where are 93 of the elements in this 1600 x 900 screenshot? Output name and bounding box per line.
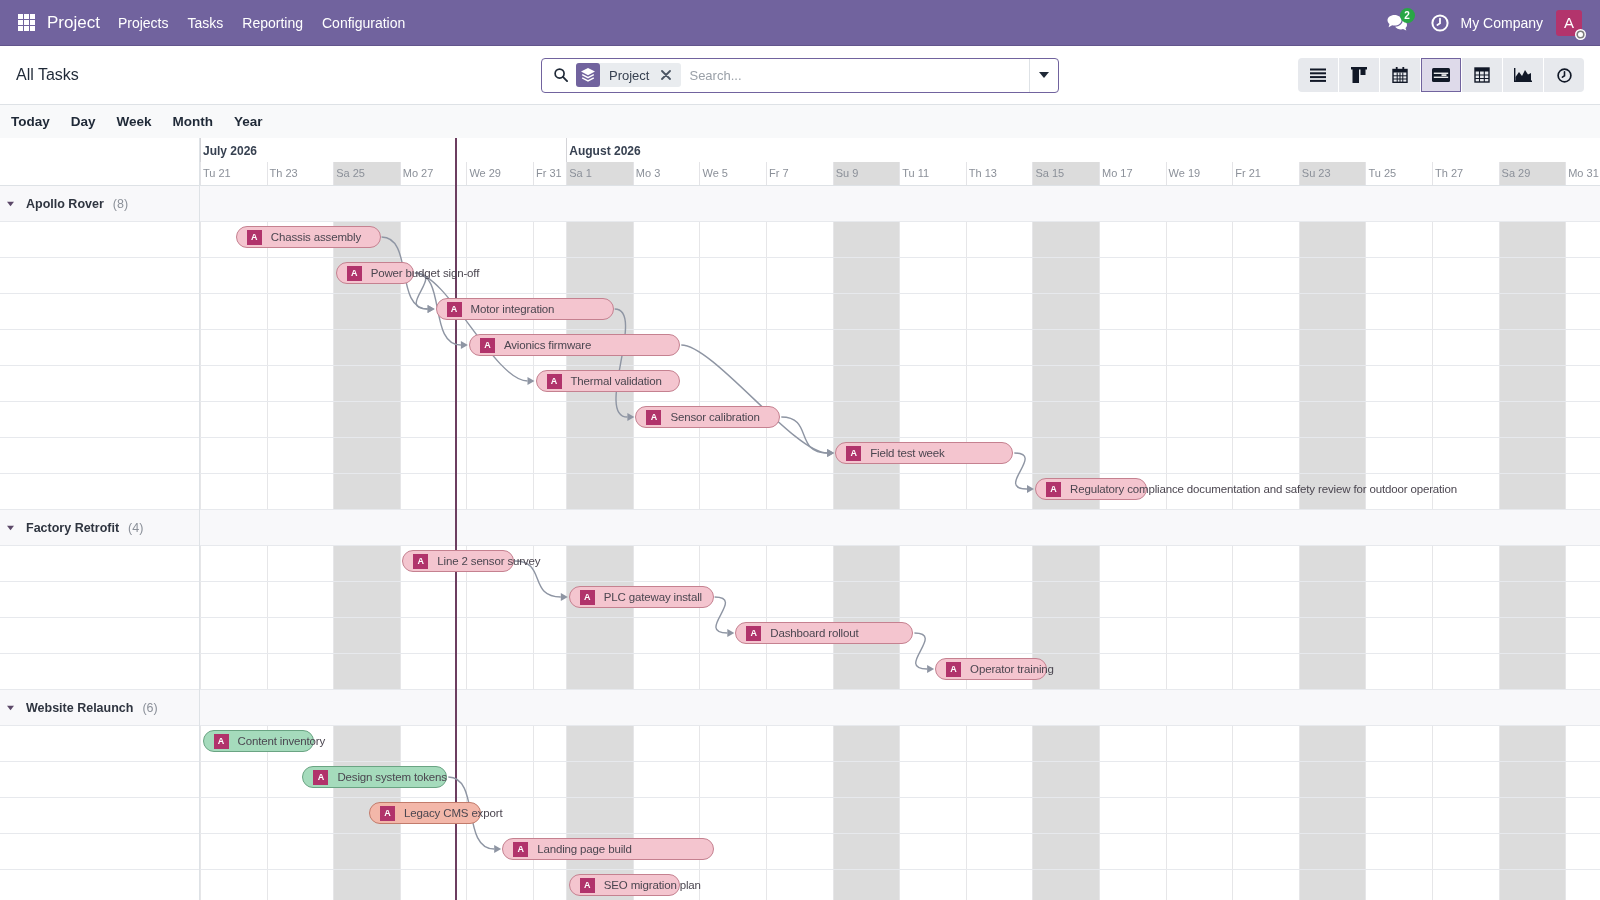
menu-item[interactable]: Tasks — [187, 14, 224, 31]
scale-button[interactable]: Year — [234, 114, 263, 129]
task-bar[interactable] — [635, 406, 781, 428]
menu-item[interactable]: Projects — [117, 14, 169, 31]
day-column-header: Th 27 — [1432, 162, 1499, 185]
scale-button[interactable]: Month — [172, 114, 214, 129]
day-column-header: Sa 25 — [333, 162, 400, 185]
task-label: Line 2 sensor survey — [437, 555, 541, 567]
list-icon — [1310, 68, 1326, 82]
day-column-header: We 29 — [466, 162, 533, 185]
task-label: Regulatory compliance documentation and safety review for outdoor operation — [1070, 483, 1457, 495]
gantt-icon — [1432, 68, 1450, 82]
task-bar[interactable] — [535, 370, 681, 392]
task-label: Field test week — [870, 447, 945, 459]
pivot-view-button[interactable] — [1462, 58, 1502, 92]
clock-icon[interactable] — [1430, 13, 1449, 32]
task-label: Motor integration — [470, 303, 555, 315]
dependency-arrow — [713, 596, 735, 637]
layers-icon — [576, 63, 600, 87]
month-label: August 2026 — [569, 144, 641, 158]
gantt-view-button[interactable] — [1421, 58, 1461, 92]
task-count: (4) — [128, 520, 144, 535]
day-column-header: Sa 29 — [1498, 162, 1566, 185]
day-column-header: Sa 1 — [566, 162, 633, 185]
company-switcher[interactable]: My Company — [1460, 14, 1543, 31]
menu-item[interactable]: Configuration — [322, 14, 406, 31]
message-count-badge: 2 — [1399, 8, 1415, 23]
day-column-header: We 5 — [699, 162, 767, 185]
list-view-button[interactable] — [1298, 58, 1338, 92]
day-column-header: Fr 21 — [1232, 162, 1299, 185]
table-icon — [1474, 67, 1490, 83]
status-icon — [1575, 28, 1586, 40]
day-column-header: Su 23 — [1298, 162, 1366, 185]
day-column-header: We 19 — [1165, 162, 1233, 185]
search-input[interactable]: Search... — [689, 67, 1029, 83]
task-label: Sensor calibration — [670, 411, 760, 423]
area-chart-icon — [1514, 68, 1532, 82]
task-bar[interactable] — [302, 766, 448, 788]
group-name: Website Relaunch — [26, 700, 134, 715]
task-bar[interactable] — [835, 442, 1014, 464]
user-avatar[interactable]: A — [1556, 9, 1582, 36]
day-column-header: Tu 11 — [899, 162, 966, 185]
task-label: Landing page build — [537, 843, 632, 855]
group-header-row[interactable]: Factory Retrofit (4) — [0, 510, 1600, 546]
group-name: Factory Retrofit — [26, 520, 120, 535]
caret-icon — [1039, 72, 1049, 78]
task-label: PLC gateway install — [603, 591, 702, 603]
clock-icon — [1556, 67, 1572, 83]
task-bar[interactable] — [735, 622, 914, 644]
kanban-icon — [1351, 67, 1367, 83]
close-icon[interactable] — [661, 70, 672, 80]
task-label: SEO migration plan — [603, 879, 701, 891]
page-title: All Tasks — [16, 66, 79, 84]
task-bar[interactable] — [502, 838, 714, 860]
group-header-row[interactable]: Apollo Rover (8) — [0, 186, 1600, 222]
task-label: Dashboard rollout — [770, 627, 859, 639]
task-label: Avionics firmware — [503, 339, 592, 351]
search-bar[interactable]: Project Search... — [541, 57, 1059, 93]
task-label: Operator training — [970, 663, 1054, 675]
task-label: Design system tokens — [337, 771, 447, 783]
group-header-row[interactable]: Website Relaunch (6) — [0, 690, 1600, 726]
activity-view-button[interactable] — [1544, 58, 1584, 92]
task-bar[interactable] — [568, 586, 714, 608]
kanban-view-button[interactable] — [1339, 58, 1379, 92]
day-column-header: Fr 7 — [766, 162, 833, 185]
day-column-header: Su 9 — [832, 162, 900, 185]
facet-label: Project — [609, 67, 650, 83]
group-name: Apollo Rover — [26, 196, 104, 211]
task-count: (8) — [112, 196, 129, 211]
task-count: (6) — [142, 700, 158, 715]
task-bar[interactable] — [235, 226, 381, 248]
today-button[interactable]: Today — [11, 114, 50, 129]
apps-menu-icon[interactable] — [18, 14, 35, 31]
graph-view-button[interactable] — [1503, 58, 1543, 92]
day-column-header: Sa 15 — [1032, 162, 1099, 185]
task-label: Chassis assembly — [270, 231, 362, 243]
month-label: July 2026 — [203, 144, 258, 158]
day-column-header: Tu 25 — [1365, 162, 1432, 185]
task-bar[interactable] — [435, 298, 614, 320]
day-column-header: Mo 31 — [1565, 162, 1599, 185]
app-name[interactable]: Project — [47, 12, 100, 33]
scale-button[interactable]: Day — [70, 114, 96, 129]
menu-item[interactable]: Reporting — [242, 14, 303, 31]
dependency-arrow — [913, 632, 935, 673]
search-icon — [554, 68, 568, 82]
scale-button[interactable]: Week — [116, 114, 152, 129]
day-column-header: Mo 17 — [1099, 162, 1166, 185]
day-column-header: Mo 3 — [632, 162, 700, 185]
calendar-icon — [1392, 67, 1408, 83]
task-bar[interactable] — [468, 334, 681, 356]
calendar-view-button[interactable] — [1380, 58, 1420, 92]
dependency-arrow — [1013, 452, 1034, 493]
task-label: Thermal validation — [570, 375, 662, 387]
